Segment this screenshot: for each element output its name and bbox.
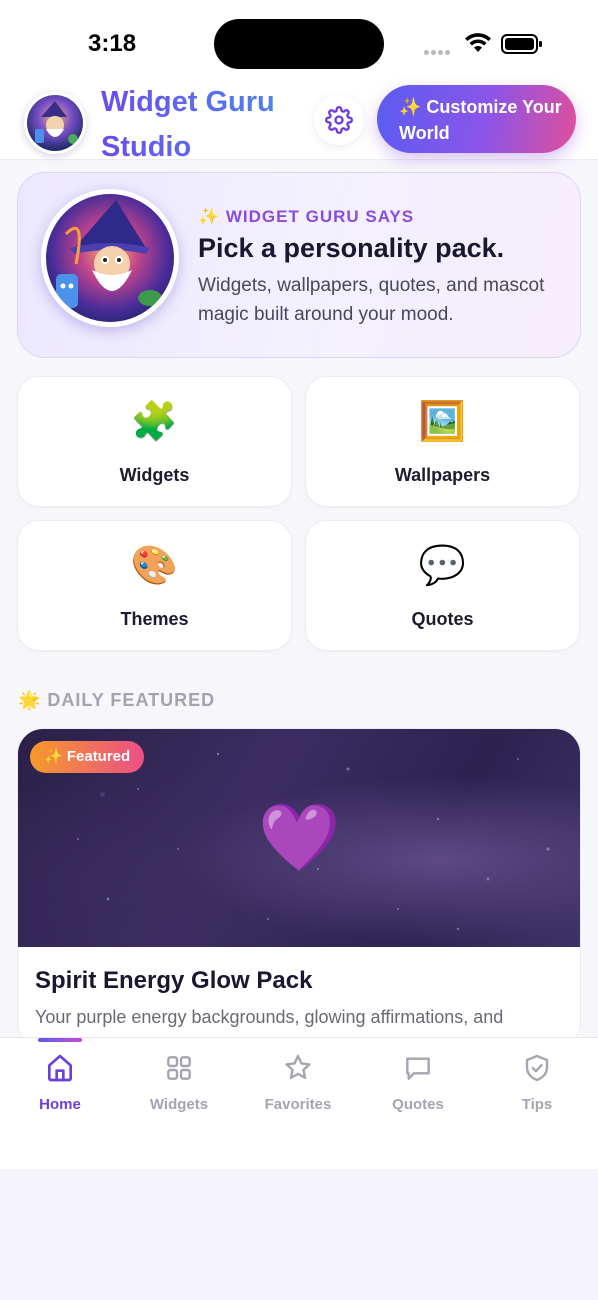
battery-icon bbox=[501, 34, 542, 54]
category-label: Wallpapers bbox=[394, 465, 491, 485]
tab-quotes[interactable]: Quotes bbox=[358, 1052, 478, 1113]
tab-home[interactable]: Home bbox=[0, 1052, 120, 1113]
status-time: 3:18 bbox=[88, 30, 137, 57]
palette-icon: 🎨 bbox=[130, 545, 179, 587]
app-header: Widget Guru Studio ✨ Customize Your Worl… bbox=[0, 80, 598, 163]
featured-pack-title: Spirit Energy Glow Pack bbox=[35, 967, 313, 994]
app-logo-avatar[interactable] bbox=[24, 92, 86, 154]
star-icon bbox=[285, 1054, 311, 1080]
tab-label: Widgets bbox=[149, 1096, 209, 1113]
guru-says-card[interactable]: ✨ WIDGET GURU SAYS Pick a personality pa… bbox=[17, 172, 581, 358]
tab-label: Tips bbox=[521, 1096, 553, 1113]
speech-bubble-icon: 💬 bbox=[418, 545, 467, 587]
wifi-icon bbox=[465, 33, 491, 52]
dynamic-island bbox=[214, 19, 384, 69]
tab-label: Quotes bbox=[392, 1096, 444, 1113]
app-screen: 3:18 Widget Guru Studio ✨ Customize Your… bbox=[0, 0, 598, 1300]
framed-picture-icon: 🖼️ bbox=[418, 401, 467, 443]
featured-pack-image: ✨ Featured 💜 bbox=[18, 729, 580, 947]
category-wallpapers[interactable]: 🖼️ Wallpapers bbox=[305, 376, 580, 507]
app-title: Widget Guru Studio bbox=[101, 80, 301, 170]
grid-icon bbox=[167, 1056, 191, 1080]
category-themes[interactable]: 🎨 Themes bbox=[17, 520, 292, 651]
customize-button[interactable]: ✨ Customize Your World bbox=[377, 85, 576, 153]
shield-check-icon bbox=[525, 1054, 549, 1082]
category-label: Quotes bbox=[411, 609, 474, 629]
wizard-mascot-image bbox=[41, 189, 179, 327]
status-bar: 3:18 bbox=[0, 0, 598, 80]
daily-featured-heading: 🌟 DAILY FEATURED bbox=[18, 690, 216, 710]
tab-tips[interactable]: Tips bbox=[477, 1052, 597, 1113]
tab-label: Home bbox=[39, 1096, 81, 1113]
bottom-tab-bar: Home Widgets Favorites Quotes Tips bbox=[0, 1037, 598, 1169]
home-icon bbox=[48, 1054, 72, 1082]
tab-widgets[interactable]: Widgets bbox=[119, 1052, 239, 1113]
active-tab-indicator bbox=[38, 1038, 82, 1042]
puzzle-piece-icon: 🧩 bbox=[130, 401, 179, 443]
home-indicator-area bbox=[0, 1169, 598, 1300]
category-label: Themes bbox=[120, 609, 189, 629]
category-quotes[interactable]: 💬 Quotes bbox=[305, 520, 580, 651]
purple-heart-icon: 💜 bbox=[258, 800, 341, 874]
featured-badge: ✨ Featured bbox=[30, 741, 145, 773]
tab-favorites[interactable]: Favorites bbox=[238, 1052, 358, 1113]
settings-button[interactable] bbox=[314, 95, 364, 145]
featured-pack-card[interactable]: ✨ Featured 💜 Spirit Energy Glow Pack You… bbox=[17, 728, 581, 1048]
category-widgets[interactable]: 🧩 Widgets bbox=[17, 376, 292, 507]
gear-icon bbox=[325, 106, 353, 134]
guru-says-title: Pick a personality pack. bbox=[198, 233, 505, 263]
category-label: Widgets bbox=[119, 465, 190, 485]
chat-bubble-icon bbox=[406, 1057, 430, 1080]
tab-label: Favorites bbox=[264, 1096, 332, 1113]
cellular-signal-icon bbox=[424, 42, 456, 55]
guru-says-subtitle: Widgets, wallpapers, quotes, and mascot … bbox=[198, 275, 545, 325]
guru-says-kicker: ✨ WIDGET GURU SAYS bbox=[198, 207, 415, 226]
